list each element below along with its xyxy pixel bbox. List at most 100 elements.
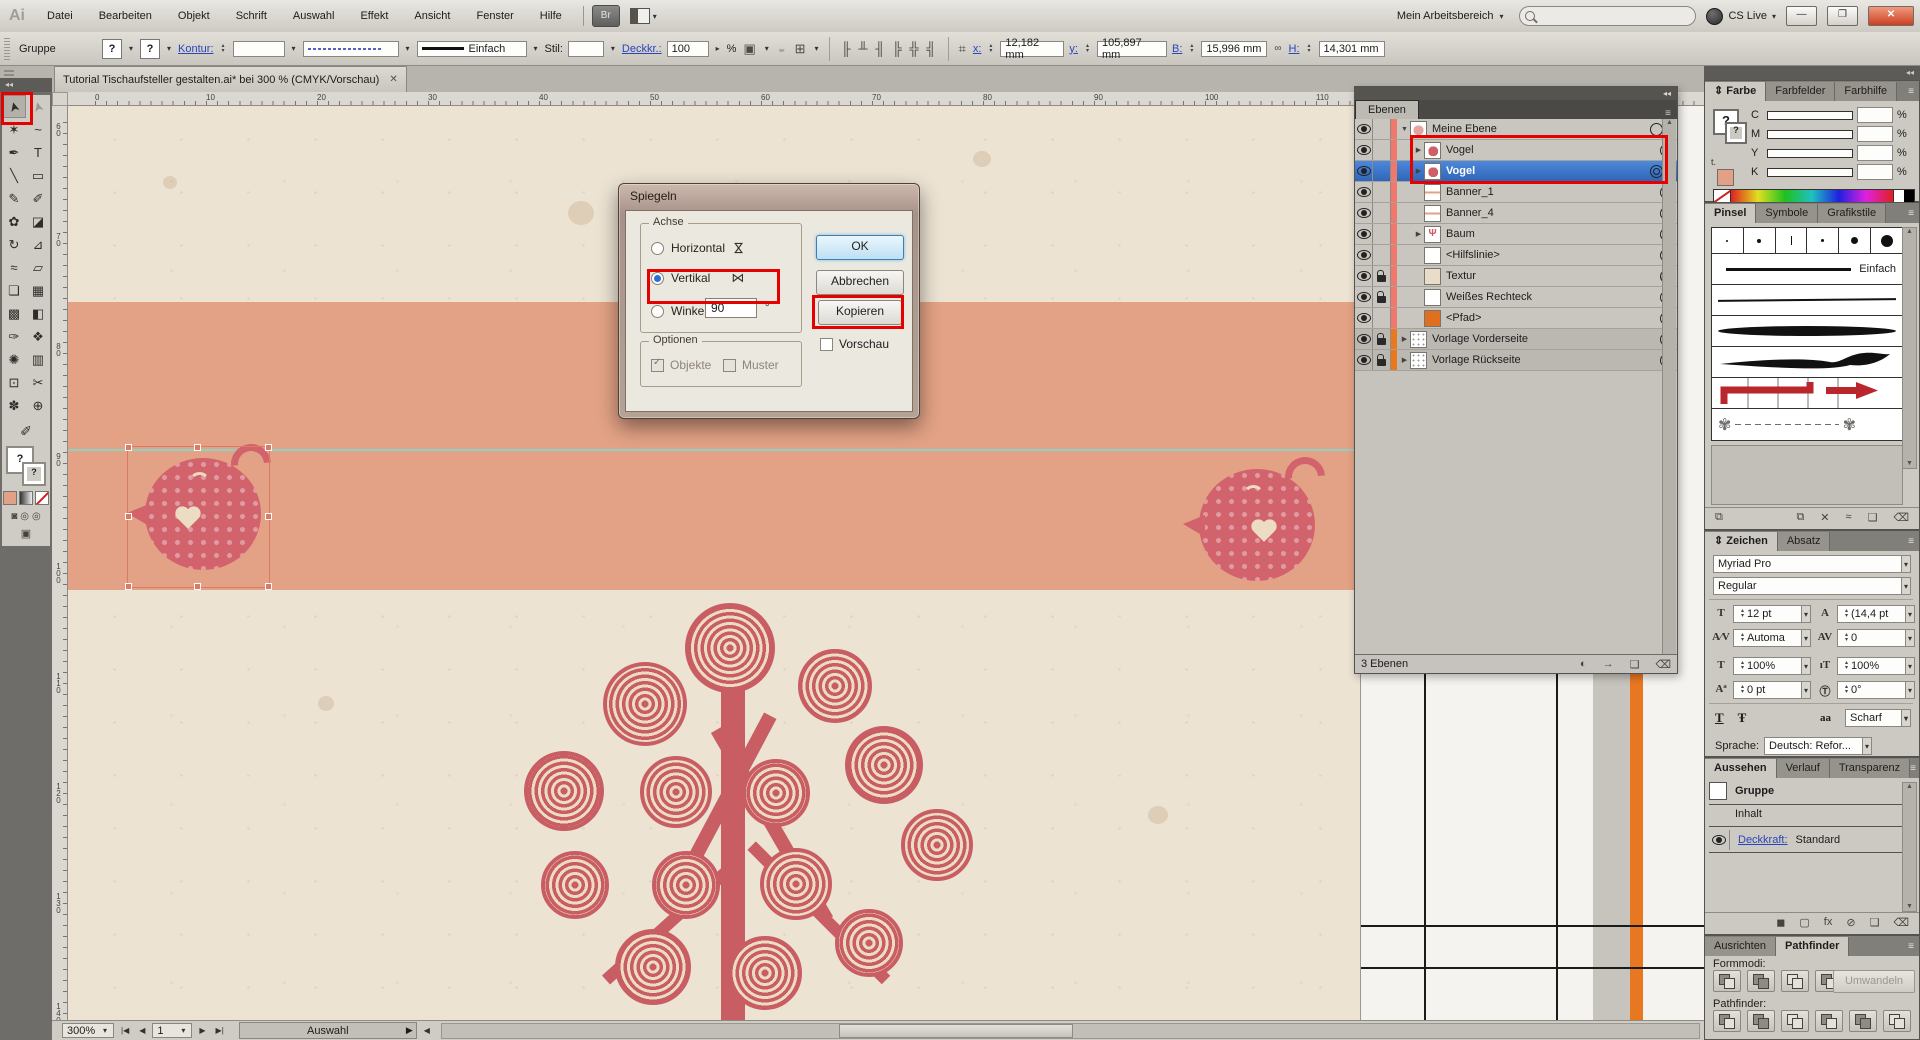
dock-collapse-bar[interactable]: ◂◂ xyxy=(1704,66,1920,80)
brush-swan[interactable] xyxy=(1712,347,1902,378)
stroke-weight-stepper[interactable]: ▴▾ xyxy=(219,44,228,54)
lock-cell[interactable] xyxy=(1373,245,1391,265)
shape-builder-tool[interactable]: ❏ xyxy=(2,279,26,302)
scrollbar-thumb[interactable] xyxy=(839,1024,1073,1038)
layer-row[interactable]: Weißes Rechteck xyxy=(1355,287,1677,308)
visibility-cell[interactable] xyxy=(1355,287,1373,307)
pen-tool[interactable]: ✒ xyxy=(2,141,26,164)
prev-page-button[interactable]: ◀ xyxy=(136,1026,148,1035)
panel-action-icon[interactable]: ⊘ xyxy=(1846,916,1855,929)
next-page-button[interactable]: ▶ xyxy=(196,1026,208,1035)
menu-datei[interactable]: Datei xyxy=(34,1,86,32)
menu-effekt[interactable]: Effekt xyxy=(347,1,401,32)
panel-action-icon[interactable]: → xyxy=(1603,658,1614,671)
panel-action-icon[interactable]: fx xyxy=(1824,916,1833,929)
twirl-icon[interactable]: ▼ xyxy=(1399,126,1410,133)
panel-action-icon[interactable]: ✕ xyxy=(1820,511,1829,524)
width-field[interactable]: 15,996 mm xyxy=(1201,41,1267,57)
height-field[interactable]: 14,301 mm xyxy=(1319,41,1385,57)
channel-slider[interactable] xyxy=(1767,149,1853,158)
slider-popup-icon[interactable]: ▸ xyxy=(714,44,722,53)
align-icon[interactable]: ╟ xyxy=(838,41,855,56)
tab-grafikstile[interactable]: Grafikstile xyxy=(1818,204,1886,223)
tab-ebenen[interactable]: Ebenen xyxy=(1355,100,1419,119)
align-icon[interactable]: ╠ xyxy=(889,41,906,56)
brush-libraries-icon[interactable]: ⧉ xyxy=(1715,511,1723,524)
menu-auswahl[interactable]: Auswahl xyxy=(280,1,348,32)
layer-row[interactable]: Banner_1 xyxy=(1355,182,1677,203)
first-page-button[interactable]: |◀ xyxy=(118,1026,132,1035)
status-display[interactable]: Auswahl ▶ xyxy=(239,1022,417,1039)
type-tool[interactable]: T xyxy=(26,141,50,164)
channel-slider[interactable] xyxy=(1767,130,1853,139)
twirl-icon[interactable]: ▶ xyxy=(1413,146,1424,154)
patterns-checkbox[interactable]: Muster xyxy=(723,358,779,372)
artboard-tool[interactable]: ⊡ xyxy=(2,371,26,394)
stroke-weight-label[interactable]: Kontur: xyxy=(178,43,213,55)
align-icon[interactable]: ╣ xyxy=(923,41,940,56)
panel-menu-icon[interactable]: ≡ xyxy=(1908,204,1919,223)
status-menu-icon[interactable]: ▶ xyxy=(406,1025,413,1036)
stroke-indicator[interactable]: ? xyxy=(22,462,46,486)
fill-stroke-indicator[interactable]: ? ? t. xyxy=(1713,109,1749,149)
language-select[interactable]: Deutsch: Refor...▾ xyxy=(1764,737,1872,755)
appearance-row-contents[interactable]: Inhalt xyxy=(1709,808,1920,820)
toolbar-collapse-bar[interactable]: ◂◂ xyxy=(0,78,52,92)
pathfinder-5[interactable] xyxy=(1883,1010,1911,1032)
lock-cell[interactable] xyxy=(1373,119,1391,139)
style-field[interactable] xyxy=(568,41,604,57)
chevron-down-icon[interactable]: ▾ xyxy=(165,44,173,53)
layer-row[interactable]: <Pfad> xyxy=(1355,308,1677,329)
copy-button[interactable]: Kopieren xyxy=(818,300,902,325)
shape-mode-2[interactable] xyxy=(1781,970,1809,992)
preview-checkbox[interactable]: Vorschau xyxy=(820,337,889,351)
panel-action-icon[interactable]: ⧉ xyxy=(1796,511,1804,524)
brush-definition-field[interactable]: Einfach xyxy=(417,41,527,57)
cs-live-button[interactable]: CS Live ▾ xyxy=(1706,8,1776,25)
recolor-artwork-icon[interactable]: ◒ xyxy=(776,41,788,56)
chevron-down-icon[interactable]: ▾ xyxy=(532,44,540,53)
brush-arrow-pattern[interactable] xyxy=(1712,378,1902,409)
zoom-level-select[interactable]: 300% ▾ xyxy=(62,1023,114,1038)
layer-row[interactable]: <Hilfslinie> xyxy=(1355,245,1677,266)
layer-row[interactable]: Banner_4 xyxy=(1355,203,1677,224)
twirl-icon[interactable]: ▶ xyxy=(1399,335,1410,343)
fill-swatch[interactable]: ? xyxy=(102,39,122,59)
panel-action-icon[interactable]: ⌫ xyxy=(1893,916,1909,929)
panel-action-icon[interactable]: ◼ xyxy=(1776,916,1785,929)
layer-row[interactable]: ▶ΨBaum xyxy=(1355,224,1677,245)
x-stepper[interactable]: ▴▾ xyxy=(986,44,995,54)
minimize-button[interactable]: — xyxy=(1786,6,1817,26)
eyedropper-tool[interactable]: ✑ xyxy=(2,325,26,348)
calligraphic-brush[interactable] xyxy=(1712,228,1744,253)
menu-bearbeiten[interactable]: Bearbeiten xyxy=(86,1,165,32)
mesh-tool[interactable]: ▩ xyxy=(2,302,26,325)
shape-mode-0[interactable] xyxy=(1713,970,1741,992)
selection-tool[interactable]: ➤ xyxy=(2,95,26,118)
perspective-grid-tool[interactable]: ▦ xyxy=(26,279,50,302)
pathfinder-3[interactable] xyxy=(1815,1010,1843,1032)
gradient-tool[interactable]: ◧ xyxy=(26,302,50,325)
lock-cell[interactable] xyxy=(1373,182,1391,202)
stroke-weight-field[interactable] xyxy=(233,41,285,57)
menu-hilfe[interactable]: Hilfe xyxy=(527,1,575,32)
symbol-sprayer-tool[interactable]: ✺ xyxy=(2,348,26,371)
tab-symbole[interactable]: Symbole xyxy=(1756,204,1818,223)
visibility-cell[interactable] xyxy=(1355,161,1373,181)
artboard-number-select[interactable]: 1 ▾ xyxy=(152,1023,192,1038)
lock-cell[interactable] xyxy=(1373,287,1391,307)
tab-transparenz[interactable]: Transparenz xyxy=(1830,759,1910,778)
radio-vertikal[interactable]: Vertikal ⋈ xyxy=(651,270,744,286)
objects-checkbox[interactable]: Objekte xyxy=(651,358,711,372)
visibility-cell[interactable] xyxy=(1355,308,1373,328)
calligraphic-brush[interactable] xyxy=(1871,228,1902,253)
pathfinder-0[interactable] xyxy=(1713,1010,1741,1032)
chevron-down-icon[interactable]: ▾ xyxy=(404,44,412,53)
opacity-field[interactable]: 100 xyxy=(667,41,709,57)
arrange-documents-icon[interactable] xyxy=(630,8,650,24)
vertical-ruler[interactable]: 60708090100110120130140 xyxy=(52,106,68,1020)
panel-action-icon[interactable]: ◐ xyxy=(1580,658,1587,671)
panel-action-icon[interactable]: ❏ xyxy=(1868,511,1878,524)
align-icon[interactable]: ╨ xyxy=(855,41,872,56)
dialog-title[interactable]: Spiegeln xyxy=(619,184,919,209)
